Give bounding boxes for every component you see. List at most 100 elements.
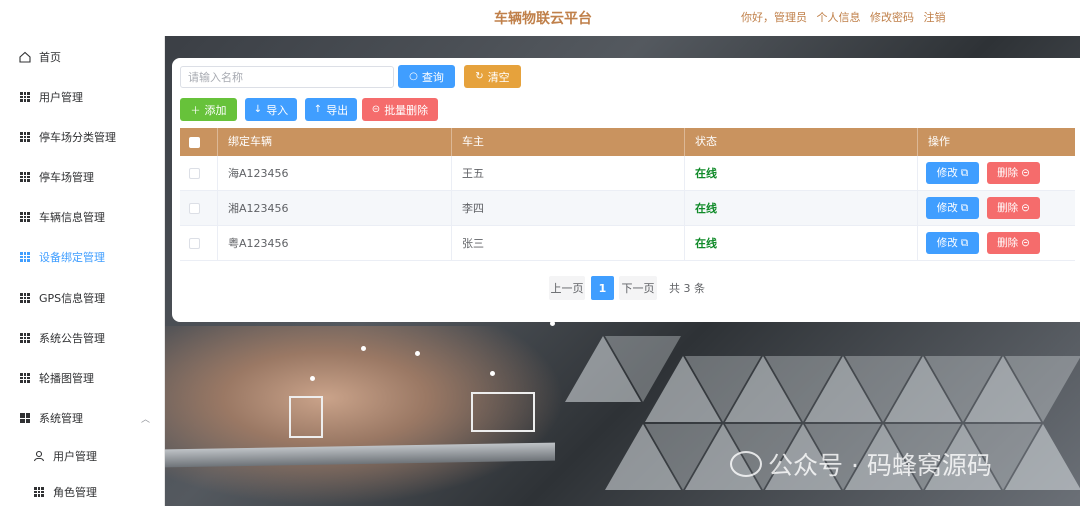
actions-cell: 修改 ⧉ 删除 ⊝ bbox=[918, 226, 1075, 261]
vehicle-cell: 湘A123456 bbox=[218, 191, 452, 226]
column-header-vehicle: 绑定车辆 bbox=[218, 128, 452, 156]
owner-cell: 张三 bbox=[452, 226, 685, 261]
sidebar-item-notice[interactable]: 系统公告管理 bbox=[0, 318, 164, 358]
sidebar-subitem-users[interactable]: 用户管理 bbox=[0, 436, 164, 476]
row-select-cell bbox=[180, 156, 218, 191]
sidebar-item-gps[interactable]: GPS信息管理 bbox=[0, 278, 164, 318]
edit-button-label: 修改 bbox=[936, 236, 958, 249]
sidebar-item-label: 车辆信息管理 bbox=[39, 211, 105, 224]
query-button-label: 查询 bbox=[421, 70, 444, 84]
grid-icon bbox=[17, 172, 33, 182]
grid-icon bbox=[17, 92, 33, 102]
app-title: 车辆物联云平台 bbox=[494, 11, 592, 27]
top-header: 车辆物联云平台 你好，管理员 个人信息 修改密码 注销 bbox=[0, 0, 1080, 36]
batch-delete-button-label: 批量删除 bbox=[384, 103, 429, 117]
tablet-icon bbox=[289, 396, 323, 438]
grid-icon bbox=[31, 487, 47, 497]
owner-cell: 王五 bbox=[452, 156, 685, 191]
sidebar-item-label: 系统公告管理 bbox=[39, 332, 105, 345]
minus-circle-icon: ⊝ bbox=[1021, 201, 1030, 214]
user-links: 你好，管理员 个人信息 修改密码 注销 bbox=[741, 9, 952, 25]
edit-icon: ⧉ bbox=[960, 166, 969, 179]
search-input[interactable] bbox=[180, 66, 394, 88]
search-icon: ○ bbox=[409, 71, 418, 82]
delete-button[interactable]: 删除 ⊝ bbox=[987, 197, 1040, 219]
delete-button[interactable]: 删除 ⊝ bbox=[987, 232, 1040, 254]
column-header-owner: 车主 bbox=[452, 128, 685, 156]
add-button[interactable]: ＋ 添加 bbox=[180, 98, 237, 121]
query-button[interactable]: ○ 查询 bbox=[398, 65, 455, 88]
profile-link[interactable]: 个人信息 bbox=[817, 11, 861, 24]
import-button[interactable]: ↓ 导入 bbox=[245, 98, 297, 121]
table-header: 绑定车辆 车主 状态 操作 bbox=[180, 128, 1075, 156]
arrow-down-icon: ↓ bbox=[253, 104, 263, 115]
status-cell: 在线 bbox=[685, 156, 918, 191]
vehicle-cell: 粤A123456 bbox=[218, 226, 452, 261]
watermark-text: 公众号 · 码蜂窝源码 bbox=[768, 451, 992, 480]
edit-icon: ⧉ bbox=[960, 201, 969, 214]
select-all-cell bbox=[180, 128, 218, 156]
network-node bbox=[490, 371, 495, 376]
status-cell: 在线 bbox=[685, 191, 918, 226]
sidebar-item-label: 停车场管理 bbox=[39, 171, 94, 184]
delete-button-label: 删除 bbox=[997, 201, 1019, 214]
decor-triangle bbox=[1005, 356, 1080, 422]
user-icon bbox=[31, 450, 47, 462]
edit-button[interactable]: 修改 ⧉ bbox=[926, 162, 979, 184]
delete-button-label: 删除 bbox=[997, 236, 1019, 249]
change-password-link[interactable]: 修改密码 bbox=[870, 11, 914, 24]
export-button[interactable]: ↑ 导出 bbox=[305, 98, 357, 121]
owner-cell: 李四 bbox=[452, 191, 685, 226]
home-icon bbox=[17, 51, 33, 63]
delete-button-label: 删除 bbox=[997, 166, 1019, 179]
select-all-checkbox[interactable] bbox=[189, 137, 200, 148]
sidebar-item-home[interactable]: 首页 bbox=[0, 37, 164, 77]
grid-icon bbox=[17, 293, 33, 303]
reset-button[interactable]: ↻ 清空 bbox=[464, 65, 521, 88]
row-select-cell bbox=[180, 226, 218, 261]
batch-delete-button[interactable]: ⊝ 批量删除 bbox=[362, 98, 438, 121]
table-row: 湘A123456 李四 在线 修改 ⧉ 删除 ⊝ bbox=[180, 191, 1075, 226]
add-button-label: 添加 bbox=[204, 103, 227, 117]
grid-icon bbox=[17, 333, 33, 343]
sidebar-item-vehicle-info[interactable]: 车辆信息管理 bbox=[0, 197, 164, 237]
sidebar-item-label: GPS信息管理 bbox=[39, 292, 106, 305]
grid-icon bbox=[17, 132, 33, 142]
logout-link[interactable]: 注销 bbox=[924, 11, 946, 24]
sidebar-item-parking-category[interactable]: 停车场分类管理 bbox=[0, 117, 164, 157]
content-panel: ○ 查询 ↻ 清空 ＋ 添加 ↓ 导入 ↑ 导出 ⊝ 批量删除 绑定车辆 车主 … bbox=[172, 58, 1080, 322]
next-page-button[interactable]: 下一页 bbox=[619, 276, 657, 300]
grid-icon bbox=[17, 252, 33, 262]
prev-page-button[interactable]: 上一页 bbox=[549, 276, 585, 300]
row-checkbox[interactable] bbox=[189, 168, 200, 179]
sidebar-item-parking[interactable]: 停车场管理 bbox=[0, 157, 164, 197]
edit-button-label: 修改 bbox=[936, 201, 958, 214]
decor-triangle bbox=[1005, 424, 1080, 490]
grid4-icon bbox=[17, 413, 33, 423]
actions-cell: 修改 ⧉ 删除 ⊝ bbox=[918, 191, 1075, 226]
row-checkbox[interactable] bbox=[189, 238, 200, 249]
table-row: 海A123456 王五 在线 修改 ⧉ 删除 ⊝ bbox=[180, 156, 1075, 191]
edit-icon: ⧉ bbox=[960, 236, 969, 249]
chevron-up-icon: ︿ bbox=[140, 415, 150, 425]
sidebar-item-label: 停车场分类管理 bbox=[39, 131, 116, 144]
sidebar-item-users[interactable]: 用户管理 bbox=[0, 77, 164, 117]
plus-icon: ＋ bbox=[190, 106, 201, 117]
network-node bbox=[310, 376, 315, 381]
sidebar-item-label: 首页 bbox=[39, 51, 61, 64]
arrow-up-icon: ↑ bbox=[313, 104, 323, 115]
table-row: 粤A123456 张三 在线 修改 ⧉ 删除 ⊝ bbox=[180, 226, 1075, 261]
column-header-status: 状态 bbox=[685, 128, 918, 156]
sidebar-subitem-roles[interactable]: 角色管理 bbox=[0, 472, 164, 512]
page-number-button[interactable]: 1 bbox=[591, 276, 614, 300]
row-checkbox[interactable] bbox=[189, 203, 200, 214]
edit-button[interactable]: 修改 ⧉ bbox=[926, 197, 979, 219]
edit-button[interactable]: 修改 ⧉ bbox=[926, 232, 979, 254]
sidebar-item-device-binding[interactable]: 设备绑定管理 bbox=[0, 237, 164, 277]
network-node bbox=[415, 351, 420, 356]
wechat-icon bbox=[730, 451, 762, 477]
import-button-label: 导入 bbox=[266, 103, 289, 117]
sidebar-item-system[interactable]: 系统管理 ︿ bbox=[0, 398, 164, 438]
delete-button[interactable]: 删除 ⊝ bbox=[987, 162, 1040, 184]
sidebar-item-carousel[interactable]: 轮播图管理 bbox=[0, 358, 164, 398]
